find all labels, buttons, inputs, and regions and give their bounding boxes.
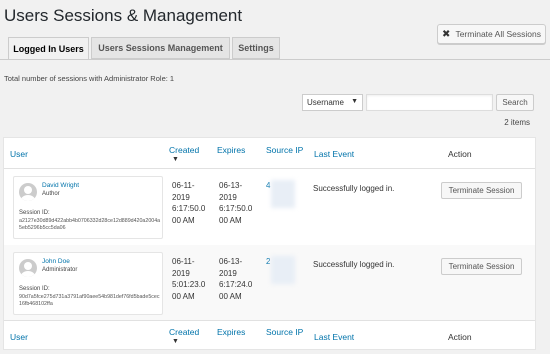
column-user[interactable]: User <box>10 149 28 159</box>
column-expires[interactable]: Expires <box>217 327 245 337</box>
user-name-link[interactable]: David Wright <box>42 182 79 189</box>
column-last-event[interactable]: Last Event <box>314 149 354 159</box>
session-id-label: Session ID: <box>19 286 50 292</box>
column-source-ip[interactable]: Source IP <box>266 327 303 337</box>
session-id-value: a2127e30d89d422abb4b0706332d28ce12d889d4… <box>19 218 161 231</box>
redacted-ip <box>271 180 295 208</box>
table-row: David Wright Author Session ID: a2127e30… <box>4 169 535 245</box>
filter-field-select[interactable]: Username ▼ <box>302 94 363 111</box>
redacted-ip <box>271 256 295 284</box>
table-row: John Doe Administrator Session ID: 90d7a… <box>4 245 535 321</box>
terminate-all-sessions-button[interactable]: ✖ Terminate All Sessions <box>437 24 546 44</box>
tab-divider <box>0 59 550 60</box>
column-source-ip[interactable]: Source IP <box>266 145 303 155</box>
chevron-down-icon: ▼ <box>351 98 358 105</box>
search-button[interactable]: Search <box>496 94 534 111</box>
search-input[interactable] <box>366 94 493 111</box>
page-title: Users Sessions & Management <box>4 6 243 25</box>
close-icon: ✖ <box>442 28 451 40</box>
table-header: User Created ▼ Expires Source IP Last Ev… <box>4 138 535 169</box>
terminate-all-label: Terminate All Sessions <box>455 29 541 39</box>
created-cell: 06-11- 2019 5:01:23.0 00 AM <box>172 257 206 301</box>
expires-cell: 06-13- 2019 6:17:50.0 00 AM <box>219 181 253 225</box>
tab-users-sessions-management[interactable]: Users Sessions Management <box>91 37 230 59</box>
last-event-cell: Successfully logged in. <box>313 260 395 269</box>
column-user[interactable]: User <box>10 332 28 342</box>
source-ip-link[interactable]: 4 <box>266 181 270 190</box>
user-card: David Wright Author Session ID: a2127e30… <box>13 176 163 239</box>
user-avatar-icon <box>19 259 37 277</box>
sort-desc-icon: ▼ <box>172 338 179 345</box>
column-created[interactable]: Created <box>169 145 199 155</box>
expires-cell: 06-13- 2019 6:17:24.0 00 AM <box>219 257 253 301</box>
column-created[interactable]: Created <box>169 327 199 337</box>
items-count: 2 items <box>504 118 530 127</box>
column-action: Action <box>448 149 472 159</box>
filter-select-value: Username <box>307 98 344 107</box>
terminate-session-button[interactable]: Terminate Session <box>441 182 522 199</box>
sort-desc-icon: ▼ <box>172 156 179 163</box>
session-id-label: Session ID: <box>19 210 50 216</box>
created-cell: 06-11- 2019 6:17:50.0 00 AM <box>172 181 206 225</box>
user-card: John Doe Administrator Session ID: 90d7a… <box>13 252 163 315</box>
user-role: Administrator <box>42 267 78 273</box>
user-role: Author <box>42 191 60 197</box>
terminate-session-button[interactable]: Terminate Session <box>441 258 522 275</box>
user-name-link[interactable]: John Doe <box>42 258 70 265</box>
sessions-summary: Total number of sessions with Administra… <box>4 74 175 83</box>
source-ip-link[interactable]: 2 <box>266 257 270 266</box>
column-action: Action <box>448 332 472 342</box>
table-footer: User Created ▼ Expires Source IP Last Ev… <box>4 320 535 351</box>
user-avatar-icon <box>19 183 37 201</box>
session-id-value: 90d7a5fce275d731a3791af90aee54b981def76f… <box>19 294 160 307</box>
tab-settings[interactable]: Settings <box>232 37 280 59</box>
sessions-table: User Created ▼ Expires Source IP Last Ev… <box>3 137 536 350</box>
tab-logged-in-users[interactable]: Logged In Users <box>8 37 89 60</box>
column-last-event[interactable]: Last Event <box>314 332 354 342</box>
column-expires[interactable]: Expires <box>217 145 245 155</box>
last-event-cell: Successfully logged in. <box>313 184 395 193</box>
